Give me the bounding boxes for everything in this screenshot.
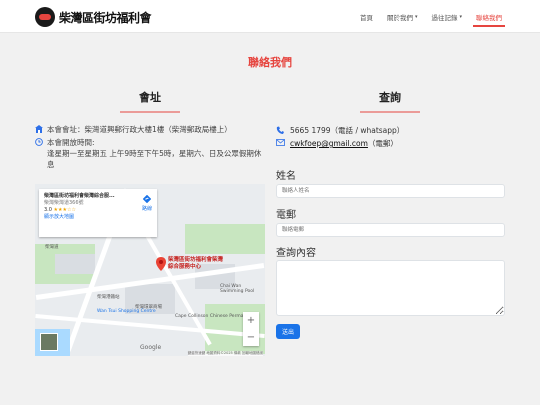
place-address: 柴灣柴灣道366號 [44,200,84,206]
enquiry-heading: 查詢 [300,89,480,113]
map-label: 柴灣環翠商場 [135,305,162,310]
envelope-icon [276,139,290,148]
nav-item-home[interactable]: 首頁 [360,0,373,33]
email-link[interactable]: cwkfoep@gmail.com [290,139,368,148]
rating-stars: ★★★☆☆ [53,207,76,213]
email-suffix: （電郵） [367,139,398,148]
map-pin-icon[interactable] [156,257,166,271]
email-label: 電郵 [276,210,296,221]
address-text: 本會會址：柴灣道興郵行政大樓1樓（柴灣郵政局樓上） [47,125,232,134]
map-place-card: 柴灣區街坊福利會柴灣綜合服... 柴灣柴灣道366號 3.0 ★★★☆☆ 顯示放… [39,189,157,237]
submit-button[interactable]: 送出 [276,324,300,339]
view-larger-map-link[interactable]: 顯示放大地圖 [44,214,152,221]
chevron-down-icon: ▾ [459,13,462,20]
clock-icon [35,138,47,170]
phone-info: 5665 1799（電話 / whatsapp） [276,125,404,136]
address-info: 本會會址：柴灣道興郵行政大樓1樓（柴灣郵政局樓上） [35,124,267,136]
phone-icon [276,126,290,136]
message-textarea[interactable] [276,260,505,316]
map-label: Chai Wan Swimming Pool [220,284,255,294]
phone-text: 5665 1799（電話 / whatsapp） [290,126,405,135]
map-pin-label: 柴灣區街坊福利會柴灣綜合服務中心 [168,257,224,270]
embedded-map[interactable]: 柴灣區街坊福利會柴灣綜合服... 柴灣柴灣道366號 3.0 ★★★☆☆ 顯示放… [35,184,265,356]
hours-info: 本會開放時間: 逢星期一至星期五 上午9時至下午5時，星期六、日及公眾假期休息 [35,137,267,170]
logo-icon [35,7,55,27]
heading-underline [120,111,180,113]
map-footer[interactable]: 鍵盤快速鍵 地圖資料©2025 條款 回報地圖錯誤 [187,351,263,356]
map-label: 柴灣港鐵站 [97,295,120,300]
zoom-control: + − [243,312,259,346]
email-input[interactable] [276,223,505,237]
satellite-toggle[interactable] [40,333,58,351]
map-label: 柴灣道 [45,245,59,250]
google-logo: Google [140,344,162,351]
address-heading: 會址 [60,89,240,113]
chevron-down-icon: ▾ [414,13,418,20]
place-title: 柴灣區街坊福利會柴灣綜合服... [44,193,115,199]
name-label: 姓名 [276,171,296,182]
nav-item-records[interactable]: 過往記錄 ▾ [431,0,462,33]
name-input[interactable] [276,184,505,198]
building-icon [35,125,47,136]
zoom-out-button[interactable]: − [243,329,259,346]
email-info: cwkfoep@gmail.com （電郵） [276,138,398,149]
navbar: 柴灣區街坊福利會 首頁 關於我們 ▾ 過往記錄 ▾ 聯絡我們 [0,0,540,33]
map-label: Cape Collinson Chinese Permanent [175,314,254,319]
brand-logo[interactable]: 柴灣區街坊福利會 [35,7,152,27]
directions-icon [142,194,152,204]
place-rating: 3.0 [44,207,52,213]
hours-text: 本會開放時間: 逢星期一至星期五 上午9時至下午5時，星期六、日及公眾假期休息 [47,138,262,169]
nav-menu: 首頁 關於我們 ▾ 過往記錄 ▾ 聯絡我們 [346,0,505,33]
page-title: 聯絡我們 [248,56,292,69]
brand-name: 柴灣區街坊福利會 [59,10,152,25]
zoom-in-button[interactable]: + [243,312,259,329]
directions-button[interactable]: 路線 [142,194,152,213]
message-label: 查詢內容 [276,248,316,259]
nav-item-about[interactable]: 關於我們 ▾ [387,0,418,33]
heading-underline [360,111,420,113]
nav-item-contact[interactable]: 聯絡我們 [473,0,505,33]
